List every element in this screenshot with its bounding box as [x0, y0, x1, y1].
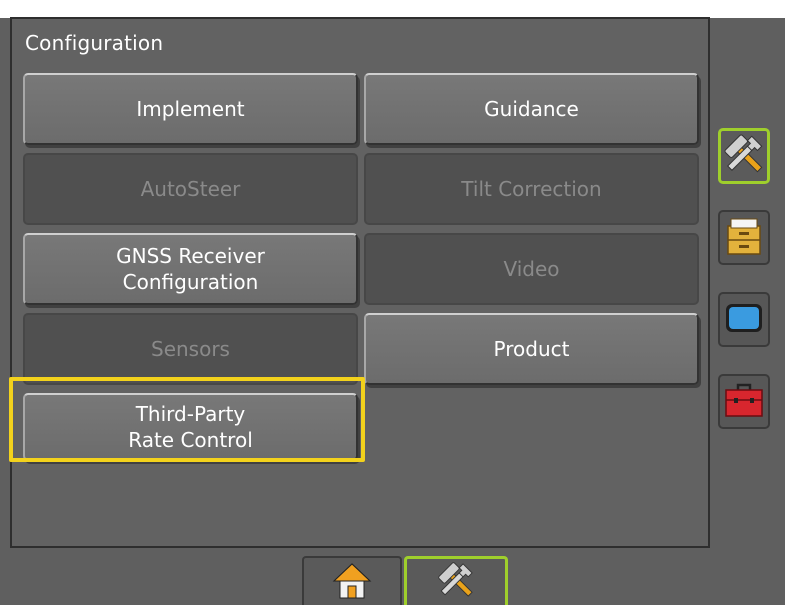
autosteer-label: AutoSteer [140, 177, 241, 201]
bottom-tab-home[interactable] [302, 556, 402, 605]
implement-label: Implement [136, 97, 245, 121]
gnss-receiver-configuration-button[interactable]: GNSS Receiver Configuration [23, 233, 358, 305]
panel-title: Configuration [25, 31, 164, 55]
highlight-box [9, 377, 365, 462]
sidebar-tab-data[interactable] [718, 210, 770, 265]
sensors-button[interactable]: Sensors [23, 313, 358, 385]
video-label: Video [503, 257, 560, 281]
tools-icon [722, 132, 766, 180]
tools-icon [435, 560, 477, 604]
sidebar-tab-configuration[interactable] [718, 128, 770, 184]
product-button[interactable]: Product [364, 313, 699, 385]
toolbox-icon [722, 378, 766, 426]
video-button[interactable]: Video [364, 233, 699, 305]
file-cabinet-icon [722, 214, 766, 262]
sidebar-tab-tools[interactable] [718, 374, 770, 429]
tilt-correction-label: Tilt Correction [461, 177, 602, 201]
bottom-tab-configuration[interactable] [404, 556, 508, 605]
sensors-label: Sensors [151, 337, 230, 361]
tilt-correction-button[interactable]: Tilt Correction [364, 153, 699, 225]
sidebar-tab-display[interactable] [718, 292, 770, 347]
gnss-label-line-2: Configuration [122, 270, 259, 294]
guidance-label: Guidance [484, 97, 579, 121]
autosteer-button[interactable]: AutoSteer [23, 153, 358, 225]
display-icon [722, 296, 766, 344]
home-icon [332, 561, 372, 603]
right-margin [785, 0, 800, 605]
top-margin [0, 0, 800, 18]
display-screen: Configuration Implement Guidance AutoSte… [0, 0, 800, 605]
gnss-label-line-1: GNSS Receiver [116, 244, 265, 268]
implement-button[interactable]: Implement [23, 73, 358, 145]
configuration-panel: Configuration Implement Guidance AutoSte… [10, 17, 710, 548]
product-label: Product [493, 337, 570, 361]
guidance-button[interactable]: Guidance [364, 73, 699, 145]
